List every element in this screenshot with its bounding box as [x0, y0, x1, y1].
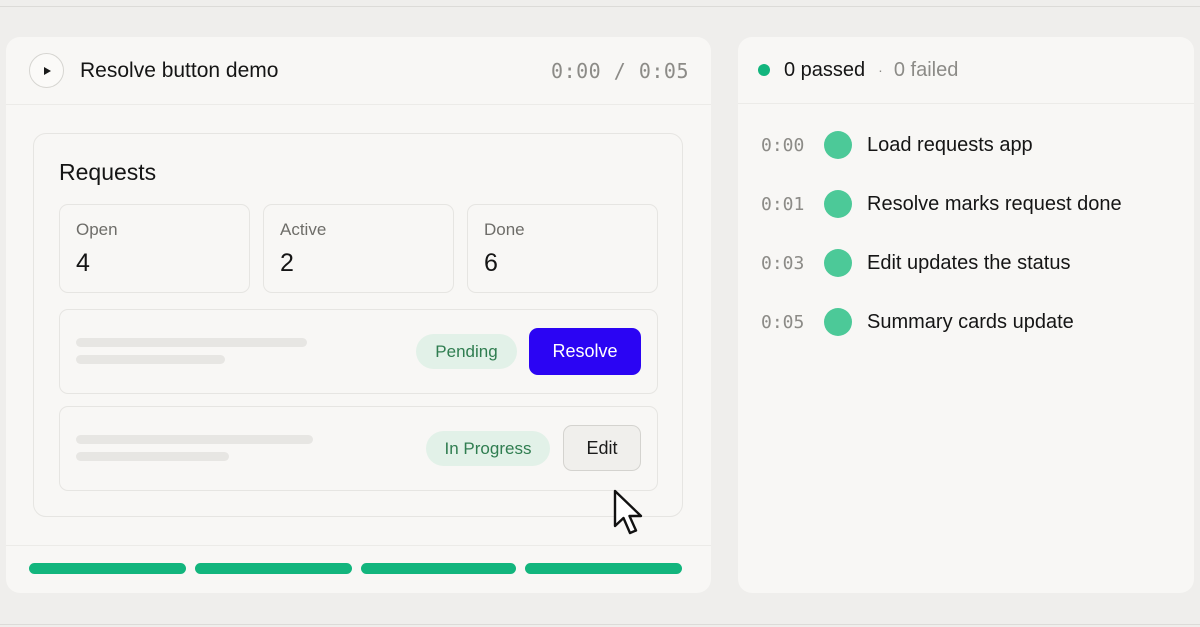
- progress-bar[interactable]: [6, 545, 711, 593]
- app-title: Requests: [59, 159, 157, 185]
- pass-dot-icon: [824, 190, 852, 218]
- test-step[interactable]: 0:03 Edit updates the status: [738, 243, 1194, 283]
- placeholder-line: [76, 452, 229, 461]
- play-button[interactable]: [29, 53, 64, 88]
- requests-app: Requests Open 4 Active 2 Done 6 Pending …: [33, 133, 683, 517]
- demo-title: Resolve button demo: [80, 58, 279, 82]
- separator: ·: [878, 62, 883, 78]
- step-time: 0:00: [761, 134, 805, 156]
- step-time: 0:05: [761, 311, 805, 333]
- stat-label: Done: [484, 220, 525, 239]
- stat-value: 4: [76, 249, 90, 277]
- progress-segment[interactable]: [525, 563, 682, 574]
- play-icon: [44, 66, 51, 75]
- playback-timer: 0:00 / 0:05: [551, 58, 689, 83]
- failed-count: 0 failed: [893, 58, 959, 81]
- step-name: Summary cards update: [867, 310, 1074, 333]
- demo-header: Resolve button demo 0:00 / 0:05: [6, 37, 711, 105]
- test-step[interactable]: 0:01 Resolve marks request done: [738, 184, 1194, 224]
- resolve-button[interactable]: Resolve: [529, 328, 641, 375]
- pass-dot-icon: [824, 131, 852, 159]
- step-name: Load requests app: [867, 133, 1033, 156]
- pass-dot-icon: [824, 249, 852, 277]
- step-time: 0:01: [761, 193, 805, 215]
- results-header: 0 passed · 0 failed: [738, 37, 1194, 104]
- status-badge: In Progress: [426, 431, 550, 466]
- stat-card-done: Done 6: [467, 204, 658, 293]
- step-name: Resolve marks request done: [867, 192, 1122, 215]
- status-dot-icon: [758, 64, 770, 76]
- demo-panel: Resolve button demo 0:00 / 0:05 Requests…: [6, 37, 711, 593]
- results-panel: 0 passed · 0 failed 0:00 Load requests a…: [738, 37, 1194, 593]
- progress-segment[interactable]: [195, 563, 352, 574]
- stat-card-active: Active 2: [263, 204, 454, 293]
- step-time: 0:03: [761, 252, 805, 274]
- request-row: Pending Resolve: [59, 309, 658, 394]
- stat-value: 6: [484, 249, 498, 277]
- bottom-divider: [0, 624, 1200, 625]
- placeholder-line: [76, 435, 313, 444]
- test-step[interactable]: 0:00 Load requests app: [738, 125, 1194, 165]
- progress-segment[interactable]: [361, 563, 516, 574]
- pass-dot-icon: [824, 308, 852, 336]
- stat-label: Active: [280, 220, 327, 239]
- step-name: Edit updates the status: [867, 251, 1071, 274]
- placeholder-line: [76, 338, 307, 347]
- edit-button[interactable]: Edit: [563, 425, 641, 471]
- placeholder-line: [76, 355, 225, 364]
- request-row: In Progress Edit: [59, 406, 658, 491]
- stat-value: 2: [280, 249, 294, 277]
- status-badge: Pending: [416, 334, 517, 369]
- stat-card-open: Open 4: [59, 204, 250, 293]
- top-divider: [0, 6, 1200, 7]
- progress-segment[interactable]: [29, 563, 186, 574]
- stat-label: Open: [76, 220, 118, 239]
- test-step[interactable]: 0:05 Summary cards update: [738, 302, 1194, 342]
- cursor-icon: [613, 489, 643, 535]
- passed-count: 0 passed: [784, 58, 866, 81]
